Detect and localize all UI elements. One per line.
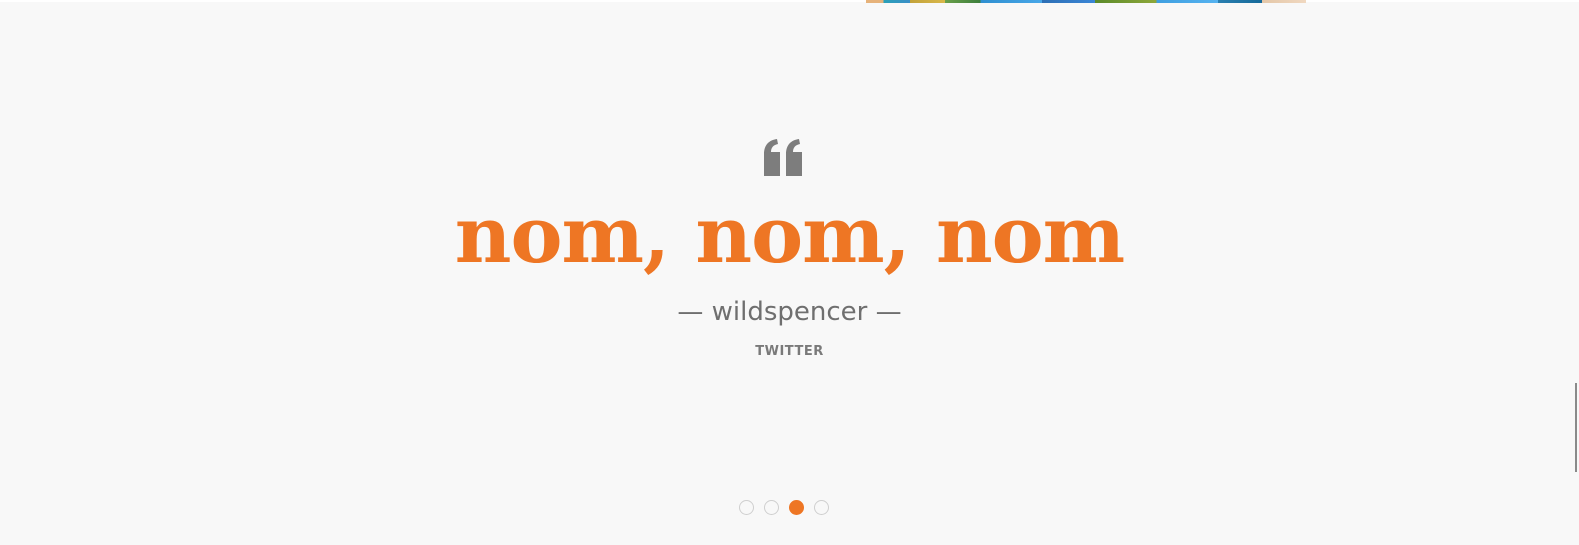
quote-left-icon bbox=[764, 139, 802, 176]
carousel-dot-3[interactable] bbox=[789, 500, 804, 515]
carousel-dot-4[interactable] bbox=[814, 500, 829, 515]
carousel-dot-1[interactable] bbox=[739, 500, 754, 515]
testimonial-quote: nom, nom, nom bbox=[454, 190, 1125, 281]
testimonial-section: nom, nom, nom — wildspencer — TWITTER bbox=[0, 0, 1579, 545]
testimonial-source: TWITTER bbox=[755, 344, 824, 359]
scrollbar-thumb[interactable] bbox=[1575, 383, 1577, 472]
testimonial-author: — wildspencer — bbox=[677, 297, 902, 327]
carousel-dot-2[interactable] bbox=[764, 500, 779, 515]
carousel-pagination bbox=[739, 500, 829, 515]
